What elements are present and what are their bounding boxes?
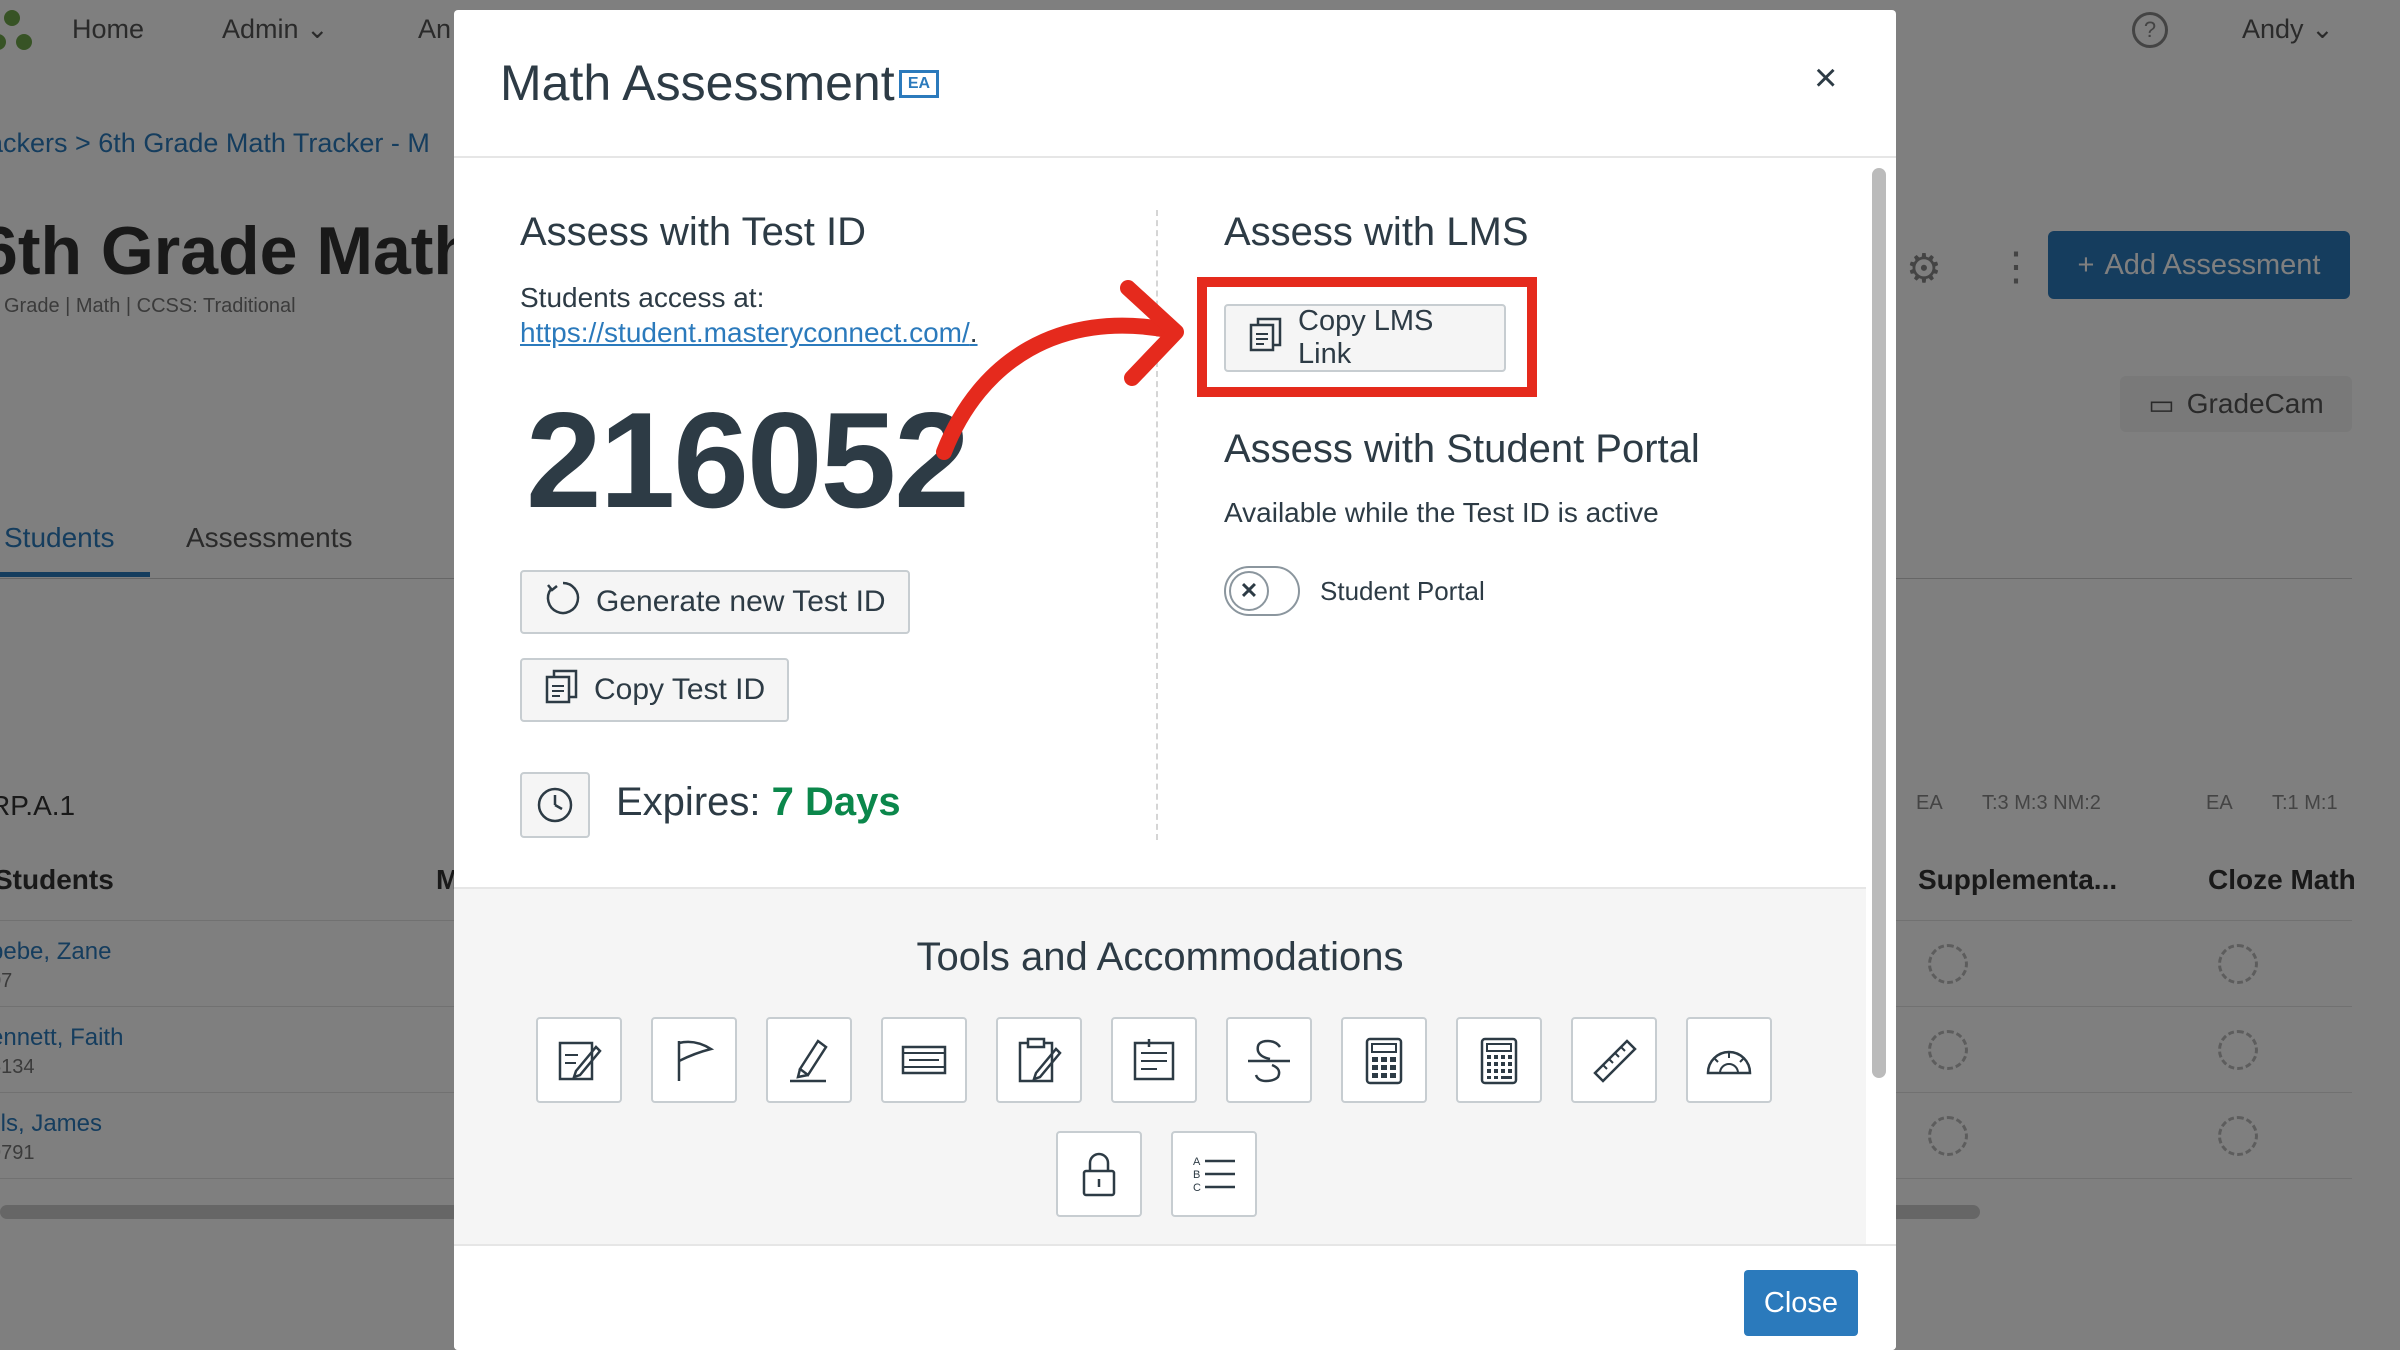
clipboard-edit-icon[interactable] <box>996 1017 1082 1103</box>
copy-test-id-button[interactable]: Copy Test ID <box>520 658 790 722</box>
modal-title: Math Assessment <box>500 55 895 111</box>
tools-title: Tools and Accommodations <box>916 935 1404 979</box>
test-id-value: 216052 <box>526 384 970 536</box>
notepad-icon[interactable] <box>536 1017 622 1103</box>
modal-footer: Close <box>454 1244 1896 1350</box>
student-portal-toggle[interactable]: ✕ <box>1224 566 1300 616</box>
column-divider <box>1156 210 1158 840</box>
modal-header: Math Assessment EA × <box>454 10 1896 158</box>
clock-icon <box>520 772 590 838</box>
x-icon: ✕ <box>1229 571 1269 611</box>
highlight-annotation <box>1197 277 1537 397</box>
strikethrough-icon[interactable] <box>1226 1017 1312 1103</box>
svg-text:C: C <box>1193 1182 1201 1194</box>
expires-text: Expires: 7 Days <box>616 780 901 824</box>
ea-badge: EA <box>899 70 939 98</box>
annotation-icon[interactable] <box>1111 1017 1197 1103</box>
portal-description: Available while the Test ID is active <box>1224 497 1659 528</box>
generate-test-id-button[interactable]: Generate new Test ID <box>520 570 910 634</box>
student-portal-label: Student Portal <box>1320 576 1485 606</box>
portal-section-title: Assess with Student Portal <box>1224 427 1700 471</box>
basic-calculator-icon[interactable] <box>1341 1017 1427 1103</box>
test-id-section-title: Assess with Test ID <box>520 210 867 254</box>
tools-section: Tools and Accommodations A B C <box>454 887 1866 1244</box>
abc-list-icon[interactable]: ABC <box>1171 1131 1257 1217</box>
modal-body: Assess with Test ID Students access at: … <box>454 160 1866 1244</box>
svg-text:B: B <box>1193 1169 1200 1181</box>
math-assessment-modal: Math Assessment EA × Assess with Test ID… <box>454 10 1896 1350</box>
protractor-icon[interactable] <box>1686 1017 1772 1103</box>
refresh-icon <box>544 579 582 625</box>
flag-icon[interactable] <box>651 1017 737 1103</box>
close-icon[interactable]: × <box>1814 58 1837 98</box>
access-label: Students access at: <box>520 282 765 313</box>
lock-icon[interactable] <box>1056 1131 1142 1217</box>
scientific-calculator-icon[interactable] <box>1456 1017 1542 1103</box>
student-access-link[interactable]: https://student.masteryconnect.com/. <box>520 317 978 349</box>
ruler-icon[interactable] <box>1571 1017 1657 1103</box>
lms-section-title: Assess with LMS <box>1224 210 1529 254</box>
close-button[interactable]: Close <box>1744 1270 1858 1336</box>
svg-text:A: A <box>1193 1156 1201 1168</box>
expires-value: 7 Days <box>771 780 901 824</box>
vertical-scrollbar[interactable] <box>1872 168 1886 1078</box>
copy-test-id-label: Copy Test ID <box>594 673 766 706</box>
highlighter-icon[interactable] <box>766 1017 852 1103</box>
line-reader-icon[interactable] <box>881 1017 967 1103</box>
copy-icon <box>544 668 580 712</box>
generate-test-id-label: Generate new Test ID <box>596 585 886 618</box>
